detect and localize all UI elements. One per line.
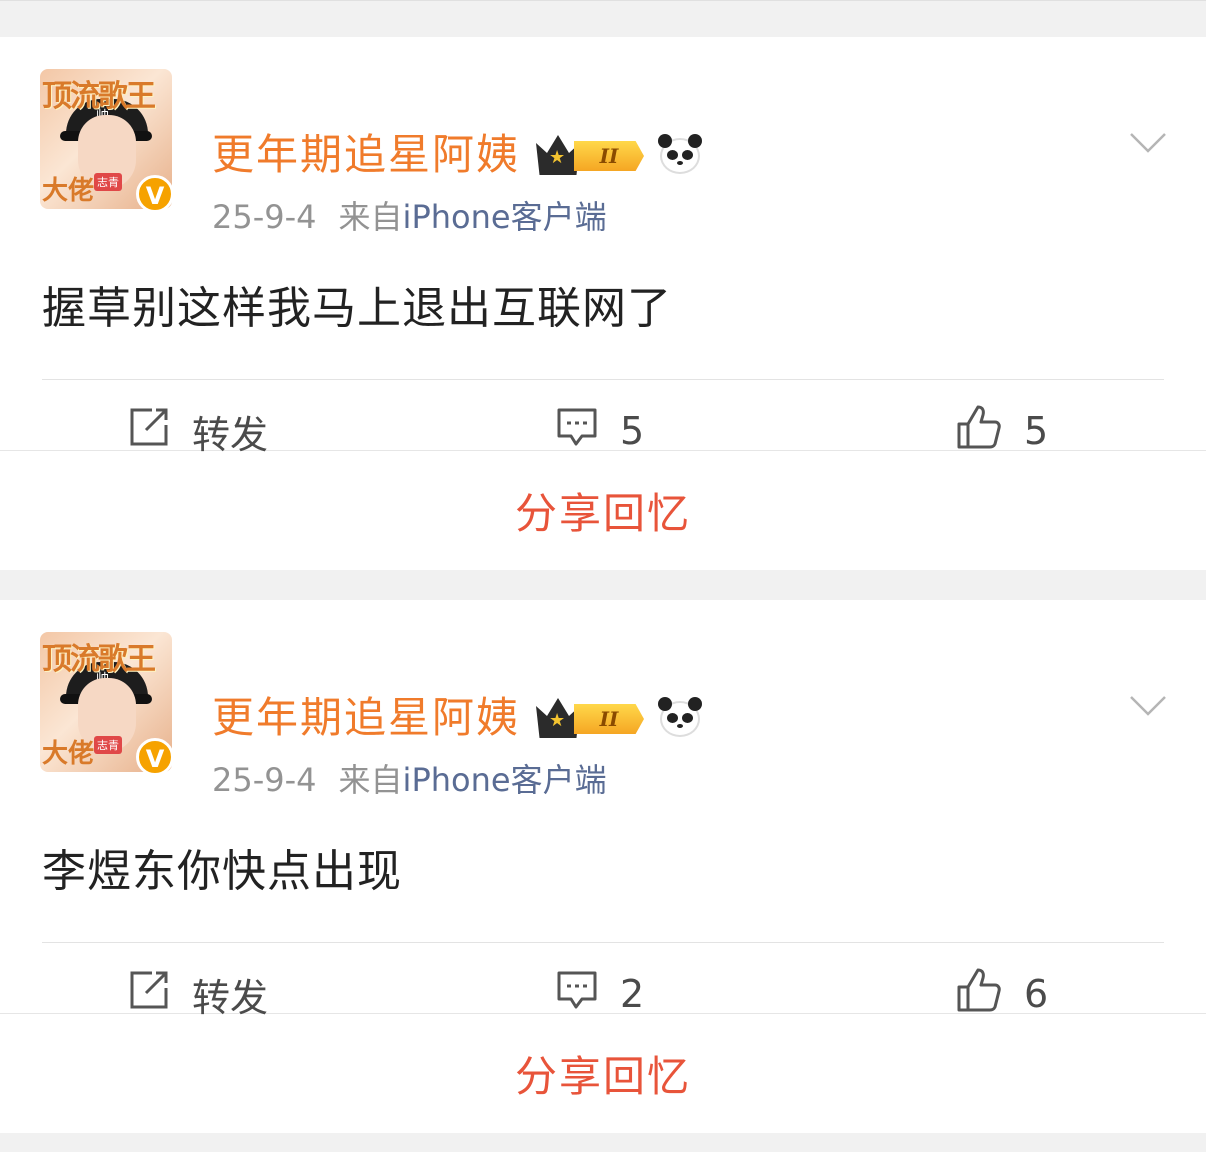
member-level-badge[interactable]: ★ II <box>536 135 648 175</box>
username[interactable]: 更年期追星阿姨 <box>212 129 520 181</box>
post-source[interactable]: iPhone客户端 <box>403 761 607 799</box>
repost-label: 转发 <box>192 975 269 1020</box>
level-label: II <box>574 141 644 171</box>
panda-icon <box>658 134 702 176</box>
repost-icon <box>128 407 170 456</box>
share-memory-button[interactable]: 分享回忆 <box>0 450 1206 570</box>
avatar[interactable]: 帅 顶流歌王 大佬 志青 V <box>40 632 174 776</box>
repost-button[interactable]: 转发 <box>128 966 268 1022</box>
comment-button[interactable]: 2 <box>556 966 644 1022</box>
post-date: 25-9-4 <box>212 761 317 799</box>
post-content: 李煜东你快点出现 <box>42 846 402 897</box>
level-label: II <box>574 704 644 734</box>
verified-badge: V <box>136 175 174 213</box>
avatar-frame-text-bottom: 大佬 <box>42 739 95 769</box>
post-date: 25-9-4 <box>212 198 317 236</box>
repost-icon <box>128 970 170 1019</box>
post-source[interactable]: iPhone客户端 <box>403 198 607 236</box>
post-meta: 25-9-4 来自iPhone客户端 <box>212 760 607 800</box>
comment-icon <box>556 970 598 1019</box>
avatar-frame-text-bottom: 大佬 <box>42 176 95 206</box>
divider <box>42 942 1164 943</box>
post-content: 握草别这样我马上退出互联网了 <box>42 283 672 334</box>
share-memory-label: 分享回忆 <box>514 489 691 538</box>
like-count: 5 <box>1024 409 1049 453</box>
comment-count: 2 <box>620 972 645 1016</box>
thumbs-up-icon <box>956 967 1002 1022</box>
share-memory-button[interactable]: 分享回忆 <box>0 1013 1206 1133</box>
verified-badge: V <box>136 738 174 776</box>
post-body: 帅 顶流歌王 大佬 志青 V 更年期追星阿姨 ★ II 25-9-4 来自iPho… <box>0 600 1206 1020</box>
like-button[interactable]: 5 <box>956 403 1048 459</box>
source-prefix: 来自 <box>338 761 403 799</box>
avatar-frame-text-top: 顶流歌王 <box>42 79 156 114</box>
thumbs-up-icon <box>956 404 1002 459</box>
like-count: 6 <box>1024 972 1049 1016</box>
star-icon: ★ <box>549 147 566 168</box>
post-body: 帅 顶流歌王 大佬 志青 V 更年期追星阿姨 ★ II 25-9-4 来自iPho… <box>0 37 1206 457</box>
comment-count: 5 <box>620 409 645 453</box>
avatar-frame-text-top: 顶流歌王 <box>42 642 156 677</box>
post-meta: 25-9-4 来自iPhone客户端 <box>212 197 607 237</box>
chevron-down-icon[interactable] <box>1130 133 1166 153</box>
member-level-badge[interactable]: ★ II <box>536 698 648 738</box>
avatar-name-tag: 志青 <box>94 173 122 191</box>
like-button[interactable]: 6 <box>956 966 1048 1022</box>
avatar[interactable]: 帅 顶流歌王 大佬 志青 V <box>40 69 174 213</box>
comment-icon <box>556 407 598 456</box>
top-spacer <box>0 0 1206 37</box>
post-card: 帅 顶流歌王 大佬 志青 V 更年期追星阿姨 ★ II 25-9-4 来自iPho… <box>0 37 1206 570</box>
username[interactable]: 更年期追星阿姨 <box>212 692 520 744</box>
comment-button[interactable]: 5 <box>556 403 644 459</box>
post-card: 帅 顶流歌王 大佬 志青 V 更年期追星阿姨 ★ II 25-9-4 来自iPho… <box>0 600 1206 1133</box>
divider <box>42 379 1164 380</box>
star-icon: ★ <box>549 710 566 731</box>
panda-icon <box>658 697 702 739</box>
repost-label: 转发 <box>192 412 269 457</box>
avatar-name-tag: 志青 <box>94 736 122 754</box>
share-memory-label: 分享回忆 <box>514 1052 691 1101</box>
repost-button[interactable]: 转发 <box>128 403 268 459</box>
source-prefix: 来自 <box>338 198 403 236</box>
chevron-down-icon[interactable] <box>1130 696 1166 716</box>
